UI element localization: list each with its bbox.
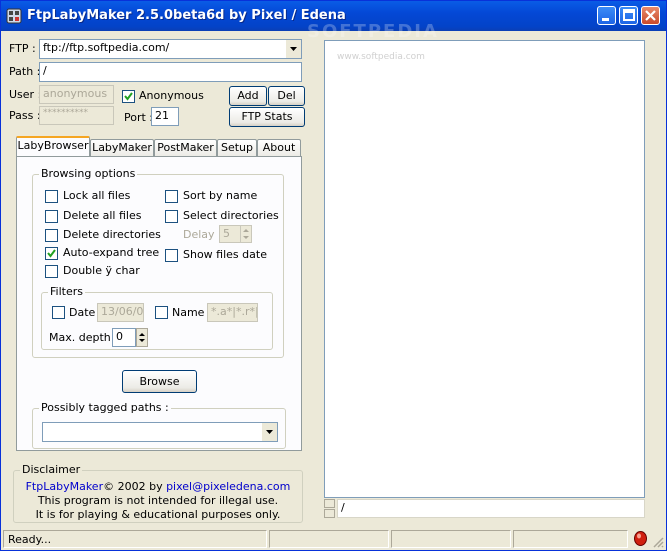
checkmark-icon — [47, 249, 56, 258]
resize-grip-icon[interactable] — [652, 536, 664, 548]
date-filter-input[interactable]: 13/06/06 — [97, 303, 144, 322]
browsing-options-group: Browsing options Lock all files Delete a… — [32, 167, 284, 358]
title-bar[interactable]: FtpLabyMaker 2.5.0beta6d by Pixel / Eden… — [1, 1, 666, 42]
tree-view[interactable]: www.softpedia.com — [324, 40, 645, 498]
pass-label: Pass : — [9, 109, 41, 122]
disclaimer-line-1: FtpLabyMaker© 2002 by pixel@pixeledena.c… — [14, 480, 302, 493]
name-filter-label: Name : — [172, 306, 212, 319]
browse-button[interactable]: Browse — [122, 370, 197, 393]
status-cell-2 — [269, 530, 389, 548]
max-depth-label: Max. depth : — [49, 331, 118, 344]
current-path-field[interactable]: / — [337, 499, 645, 518]
user-label: User : — [9, 88, 42, 101]
main-window: FtpLabyMaker 2.5.0beta6d by Pixel / Eden… — [0, 0, 667, 551]
tab-labybrowser[interactable]: LabyBrowser — [16, 136, 90, 157]
double-y-char-checkbox[interactable] — [45, 265, 58, 278]
delay-input[interactable]: 5 — [219, 225, 241, 243]
path-label: Path : — [9, 65, 41, 78]
window-title: FtpLabyMaker 2.5.0beta6d by Pixel / Eden… — [27, 8, 346, 23]
scroll-down-button[interactable] — [324, 509, 335, 518]
filters-title: Filters — [48, 285, 85, 298]
name-filter-input[interactable]: *.a*|*.r*|*. — [207, 303, 258, 322]
disclaimer-line-3: It is for playing & educational purposes… — [35, 508, 281, 521]
tab-postmaker[interactable]: PostMaker — [154, 139, 217, 156]
double-y-char-label: Double ÿ char — [63, 264, 140, 277]
chevron-down-icon — [266, 430, 273, 434]
select-directories-label: Select directories — [183, 209, 279, 222]
max-depth-spinner[interactable] — [136, 328, 148, 347]
browsing-options-title: Browsing options — [39, 167, 138, 180]
delete-directories-checkbox[interactable] — [45, 229, 58, 242]
delete-directories-label: Delete directories — [63, 228, 161, 241]
delete-all-files-label: Delete all files — [63, 209, 142, 222]
delete-all-files-checkbox[interactable] — [45, 210, 58, 223]
disclaimer-line-2: This program is not intended for illegal… — [37, 494, 279, 507]
copyright-text: © 2002 by — [103, 480, 163, 493]
status-cell-4 — [513, 530, 628, 548]
tagged-paths-group: Possibly tagged paths : — [32, 401, 286, 449]
status-text: Ready... — [3, 530, 267, 548]
close-button[interactable] — [641, 6, 660, 25]
del-button[interactable]: Del — [268, 86, 305, 106]
ftp-combo[interactable]: ftp://ftp.softpedia.com/ — [39, 39, 302, 59]
ftp-value: ftp://ftp.softpedia.com/ — [43, 41, 170, 54]
show-files-date-label: Show files date — [183, 248, 267, 261]
tagged-paths-title: Possibly tagged paths : — [39, 401, 171, 414]
show-files-date-checkbox[interactable] — [165, 249, 178, 262]
disclaimer-group: Disclaimer FtpLabyMaker© 2002 by pixel@p… — [13, 463, 303, 523]
tab-setup[interactable]: Setup — [217, 139, 257, 156]
ftp-label: FTP : — [9, 42, 36, 55]
status-bar: Ready... — [1, 528, 666, 550]
scroll-up-button[interactable] — [324, 499, 335, 508]
app-name-link[interactable]: FtpLabyMaker — [26, 480, 103, 493]
status-cell-3 — [391, 530, 511, 548]
lock-all-files-checkbox[interactable] — [45, 190, 58, 203]
checkmark-icon — [124, 92, 133, 101]
email-link[interactable]: pixel@pixeledena.com — [166, 480, 290, 493]
add-button[interactable]: Add — [229, 86, 267, 106]
anonymous-label: Anonymous — [139, 89, 204, 102]
minimize-button[interactable] — [597, 6, 616, 25]
delay-label: Delay : — [183, 228, 222, 241]
ftp-dropdown-button[interactable] — [285, 40, 301, 58]
port-input[interactable]: 21 — [151, 107, 179, 126]
tagged-paths-combo[interactable] — [42, 422, 278, 442]
anonymous-checkbox[interactable] — [122, 90, 135, 103]
chevron-down-icon — [290, 47, 297, 51]
delay-spinner[interactable] — [240, 225, 252, 243]
sort-by-name-label: Sort by name — [183, 189, 258, 202]
name-filter-checkbox[interactable] — [155, 306, 168, 319]
max-depth-input[interactable]: 0 — [112, 328, 136, 347]
ftp-stats-button[interactable]: FTP Stats — [229, 107, 305, 127]
select-directories-checkbox[interactable] — [165, 210, 178, 223]
softpedia-url-watermark: www.softpedia.com — [337, 52, 425, 62]
auto-expand-tree-checkbox[interactable] — [45, 247, 58, 260]
tab-about[interactable]: About — [257, 139, 301, 156]
sort-by-name-checkbox[interactable] — [165, 190, 178, 203]
labybrowser-panel: Browsing options Lock all files Delete a… — [16, 156, 302, 451]
filters-group: Filters Date : 13/06/06 Name : *.a*|*.r*… — [41, 285, 273, 350]
auto-expand-tree-label: Auto-expand tree — [63, 246, 160, 259]
status-led-icon — [633, 530, 648, 547]
date-filter-checkbox[interactable] — [52, 306, 65, 319]
app-icon — [6, 8, 22, 24]
tagged-paths-dropdown-button[interactable] — [261, 423, 277, 441]
pass-input[interactable]: ********** — [39, 106, 114, 125]
lock-all-files-label: Lock all files — [63, 189, 131, 202]
disclaimer-title: Disclaimer — [20, 463, 83, 476]
path-input[interactable]: / — [39, 62, 302, 82]
maximize-button[interactable] — [619, 6, 638, 25]
port-label: Port : — [124, 111, 154, 124]
softpedia-watermark: SOFTPEDIA — [307, 21, 439, 42]
user-input[interactable]: anonymous — [39, 85, 114, 104]
tab-labymaker[interactable]: LabyMaker — [90, 139, 154, 156]
